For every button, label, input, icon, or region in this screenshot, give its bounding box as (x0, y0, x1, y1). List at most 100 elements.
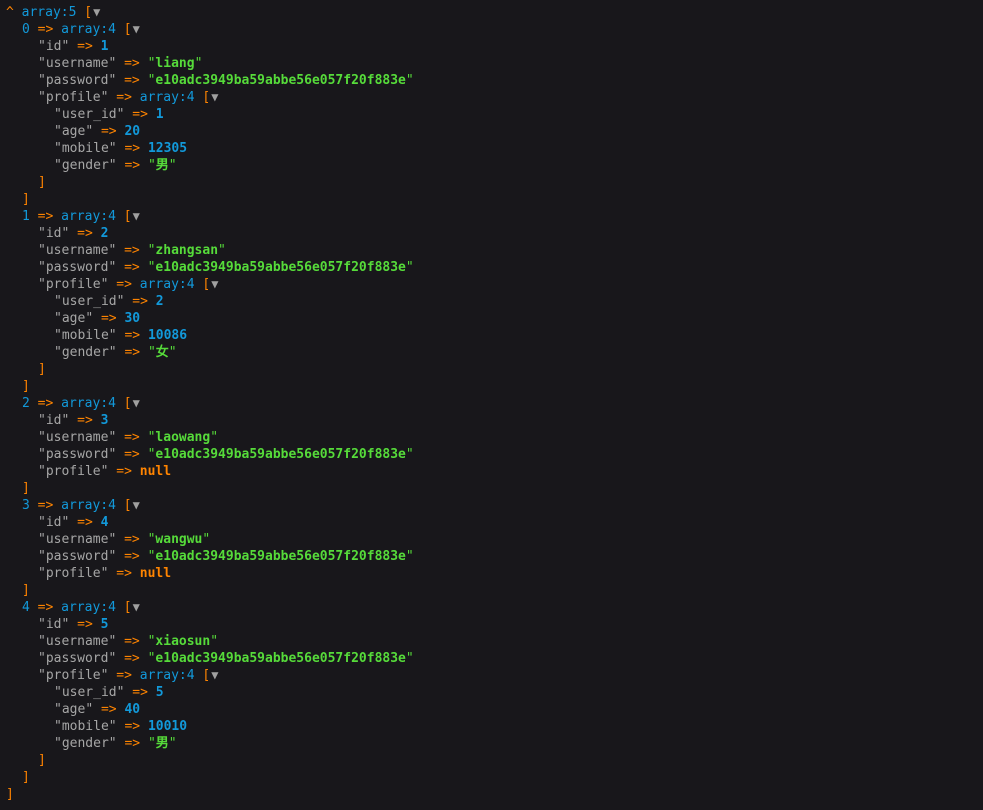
arrow-operator: => (37, 600, 54, 615)
field-age: "age" => 30 (6, 310, 414, 327)
arrow-operator: => (37, 498, 54, 513)
key-name: profile (45, 464, 101, 479)
arrow-operator: => (37, 396, 54, 411)
close-bracket: ] (22, 770, 30, 785)
key-name: username (45, 56, 109, 71)
arrow-operator: => (77, 413, 93, 428)
close-bracket: ] (22, 379, 30, 394)
field-username: "username" => "zhangsan" (6, 242, 414, 259)
field-username: "username" => "laowang" (6, 429, 414, 446)
open-bracket: [ (123, 600, 132, 615)
profile-toggle-icon[interactable]: ▼ (211, 90, 218, 104)
key-quote-close: " (116, 107, 125, 122)
key-name: user_id (61, 107, 117, 122)
string-value: xiaosun (155, 634, 211, 649)
arrow-operator: => (116, 277, 132, 292)
key-quote-open: " (38, 90, 46, 105)
profile-toggle-icon[interactable]: ▼ (211, 277, 218, 291)
item-toggle-icon[interactable]: ▼ (133, 498, 140, 512)
number-value: 5 (155, 685, 164, 700)
array-type-label: array:4 (61, 22, 116, 37)
field-id: "id" => 4 (6, 514, 414, 531)
key-quote-open: " (38, 260, 46, 275)
key-quote-close: " (108, 260, 117, 275)
root-toggle-icon[interactable]: ▼ (93, 5, 100, 19)
key-name: age (61, 702, 86, 717)
field-profile: "profile" => array:4 [▼ (6, 667, 414, 684)
item-toggle-icon[interactable]: ▼ (133, 600, 140, 614)
array-item-close: ] (6, 769, 414, 786)
arrow-operator: => (124, 56, 140, 71)
key-name: id (45, 617, 62, 632)
key-quote-open: " (54, 107, 62, 122)
key-quote-open: " (38, 73, 46, 88)
arrow-operator: => (124, 736, 141, 751)
open-bracket: [ (202, 90, 211, 105)
string-value: e10adc3949ba59abbe56e057f20f883e (155, 447, 406, 462)
close-bracket: ] (22, 192, 30, 207)
array-index: 0 (22, 22, 30, 37)
arrow-operator: => (124, 447, 140, 462)
string-quote-close: " (405, 651, 414, 666)
key-quote-open: " (38, 39, 46, 54)
key-quote-open: " (38, 549, 46, 564)
key-quote-close: " (85, 124, 94, 139)
string-value: liang (155, 56, 195, 71)
key-name: gender (61, 345, 109, 360)
arrow-operator: => (124, 430, 140, 445)
open-bracket: [ (123, 396, 132, 411)
key-name: user_id (61, 294, 117, 309)
field-password: "password" => "e10adc3949ba59abbe56e057f… (6, 650, 414, 667)
arrow-operator: => (124, 158, 141, 173)
open-bracket: [ (123, 209, 132, 224)
profile-toggle-icon[interactable]: ▼ (211, 668, 218, 682)
array-item-close: ] (6, 191, 414, 208)
field-username: "username" => "xiaosun" (6, 633, 414, 650)
key-quote-open: " (38, 651, 46, 666)
key-name: mobile (61, 719, 109, 734)
open-bracket: [ (123, 498, 132, 513)
string-quote-close: " (218, 243, 226, 258)
field-id: "id" => 1 (6, 38, 414, 55)
key-quote-close: " (85, 311, 94, 326)
number-value: 3 (100, 413, 109, 428)
array-type-label: array:5 (21, 5, 77, 20)
item-toggle-icon[interactable]: ▼ (133, 396, 140, 410)
item-toggle-icon[interactable]: ▼ (133, 22, 140, 36)
arrow-operator: => (77, 39, 93, 54)
profile-close: ] (6, 174, 414, 191)
key-quote-open: " (38, 515, 46, 530)
key-quote-open: " (38, 277, 46, 292)
key-quote-close: " (108, 141, 117, 156)
string-value: 男 (155, 158, 169, 173)
array-index: 2 (22, 396, 30, 411)
dump-root-close: ] (6, 786, 414, 803)
arrow-operator: => (116, 668, 132, 683)
key-quote-close: " (108, 549, 117, 564)
array-type-label: array:4 (139, 668, 195, 683)
field-age: "age" => 40 (6, 701, 414, 718)
number-value: 40 (124, 702, 141, 717)
arrow-operator: => (116, 90, 132, 105)
string-value: wangwu (155, 532, 203, 547)
key-quote-close: " (116, 685, 125, 700)
array-item-close: ] (6, 582, 414, 599)
key-name: gender (61, 736, 109, 751)
item-toggle-icon[interactable]: ▼ (133, 209, 140, 223)
string-quote-close: " (405, 447, 414, 462)
key-name: username (45, 532, 109, 547)
array-item-2: 2 => array:4 [▼ (6, 395, 414, 412)
number-value: 12305 (147, 141, 188, 156)
string-quote-close: " (405, 73, 414, 88)
key-quote-close: " (85, 702, 94, 717)
key-quote-close: " (100, 277, 109, 292)
collapse-caret-icon[interactable]: ^ (6, 5, 14, 20)
string-value: laowang (155, 430, 211, 445)
field-mobile: "mobile" => 10086 (6, 327, 414, 344)
array-type-label: array:4 (61, 498, 116, 513)
dump-root-line: ^ array:5 [▼ (6, 4, 414, 21)
key-quote-close: " (108, 651, 117, 666)
field-gender: "gender" => "女" (6, 344, 414, 361)
arrow-operator: => (77, 617, 93, 632)
number-value: 4 (100, 515, 109, 530)
